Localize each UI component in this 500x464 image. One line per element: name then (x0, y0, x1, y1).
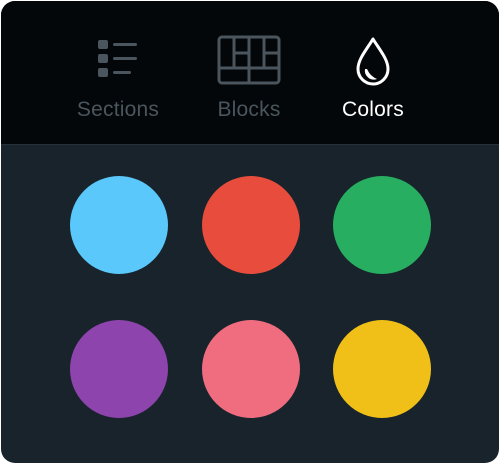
color-swatch-red[interactable] (202, 176, 300, 274)
drop-icon (313, 35, 433, 91)
list-icon (58, 35, 178, 91)
colors-panel: Sections Blocks Colors (1, 1, 499, 463)
tab-sections[interactable]: Sections (58, 1, 178, 144)
color-swatch-light-blue[interactable] (70, 176, 168, 274)
color-swatch-yellow[interactable] (333, 320, 431, 418)
color-swatch-purple[interactable] (70, 320, 168, 418)
tab-sections-label: Sections (76, 98, 160, 121)
tab-colors-label: Colors (342, 98, 404, 121)
tab-bar: Sections Blocks Colors (1, 1, 499, 145)
tab-colors[interactable]: Colors (313, 1, 433, 144)
tab-blocks[interactable]: Blocks (189, 1, 309, 144)
grid-blocks-icon (189, 35, 309, 91)
color-swatch-green[interactable] (333, 176, 431, 274)
tab-blocks-label: Blocks (217, 98, 281, 121)
color-swatch-pink[interactable] (202, 320, 300, 418)
